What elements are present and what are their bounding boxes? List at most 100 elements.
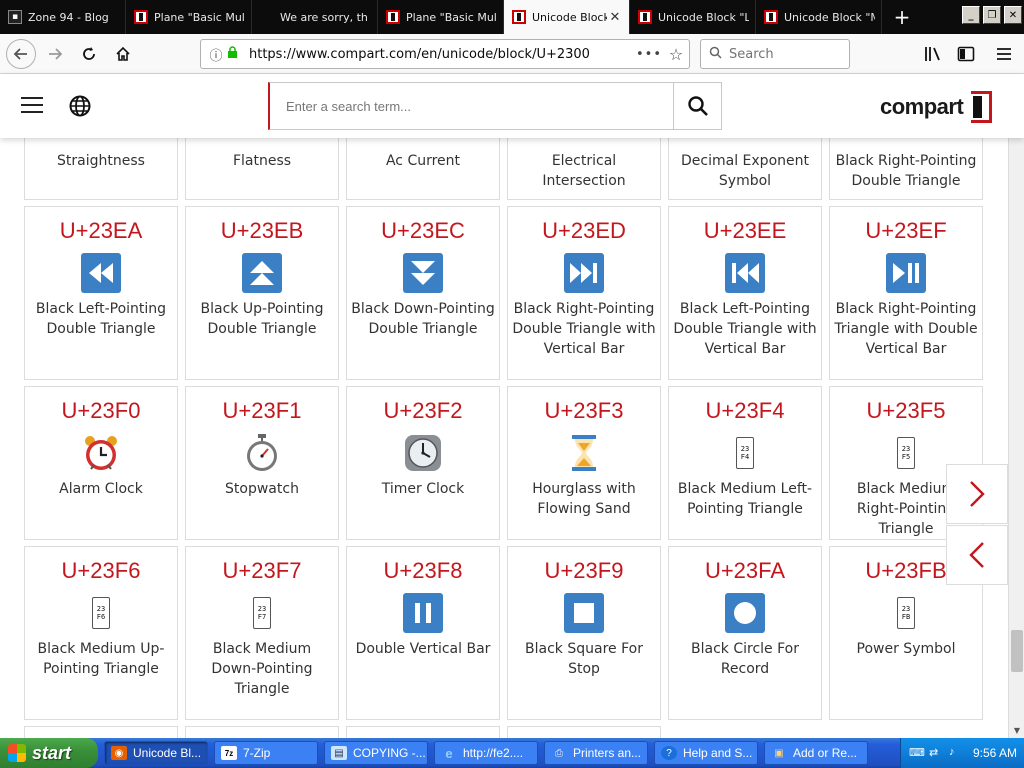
- network-icon[interactable]: ⇄: [929, 746, 943, 760]
- tab-plane-basic-multi-2[interactable]: Plane "Basic Multi: [378, 0, 504, 34]
- tab-zone94-blog[interactable]: ▪ Zone 94 - Blog: [0, 0, 126, 34]
- char-card-u23ec[interactable]: U+23EC Black Down-Pointing Double Triang…: [346, 206, 500, 380]
- char-card-u23f9[interactable]: U+23F9 Black Square For Stop: [507, 546, 661, 720]
- char-card-straightness[interactable]: Straightness: [24, 138, 178, 200]
- char-name: Black Left-Pointing Double Triangle with…: [673, 301, 817, 357]
- lock-icon[interactable]: [227, 46, 243, 62]
- tab-unicode-block-active[interactable]: Unicode Block ✕: [504, 0, 630, 34]
- bookmark-star-icon[interactable]: ☆: [663, 45, 689, 64]
- browser-search-field[interactable]: Search: [700, 39, 850, 69]
- taskbar-item-printers[interactable]: ⎙ Printers an...: [544, 741, 648, 765]
- char-card-u23ed[interactable]: U+23ED Black Right-Pointing Double Trian…: [507, 206, 661, 380]
- char-card-u23f2[interactable]: U+23F2 Timer Clock: [346, 386, 500, 540]
- volume-icon[interactable]: ♪: [949, 746, 963, 760]
- char-card-ac-current[interactable]: Ac Current: [346, 138, 500, 200]
- char-name: Decimal Exponent Symbol: [681, 153, 809, 189]
- tab-unicode-block-le[interactable]: Unicode Block "Le: [630, 0, 756, 34]
- next-page-button[interactable]: [946, 464, 1008, 524]
- char-code: U+23F3: [544, 398, 624, 423]
- char-card-u23fa[interactable]: U+23FA Black Circle For Record: [668, 546, 822, 720]
- scrollbar-thumb[interactable]: [1011, 630, 1023, 672]
- tab-we-are-sorry[interactable]: We are sorry, th: [252, 0, 378, 34]
- tab-label: Zone 94 - Blog: [28, 10, 109, 24]
- char-card-next-row[interactable]: [507, 726, 661, 738]
- chevron-left-icon: [969, 542, 984, 568]
- tab-label: Unicode Block: [532, 10, 607, 24]
- forward-button[interactable]: [40, 39, 70, 69]
- char-name: Black Up-Pointing Double Triangle: [200, 301, 324, 337]
- char-card-u23ee[interactable]: U+23EE Black Left-Pointing Double Triang…: [668, 206, 822, 380]
- taskbar-item-notepad[interactable]: ▤ COPYING -...: [324, 741, 428, 765]
- alarm-clock-icon: [81, 433, 121, 473]
- char-code: U+23ED: [542, 218, 626, 243]
- char-card-next-row[interactable]: [24, 726, 178, 738]
- close-tab-icon[interactable]: ✕: [607, 10, 623, 25]
- char-card-u23eb[interactable]: U+23EB Black Up-Pointing Double Triangle: [185, 206, 339, 380]
- menu-icon[interactable]: [993, 43, 1015, 65]
- task-label: 7-Zip: [243, 746, 271, 760]
- reload-button[interactable]: [74, 39, 104, 69]
- library-icon[interactable]: [922, 43, 944, 65]
- taskbar-item-firefox[interactable]: ◉ Unicode Bl...: [104, 741, 208, 765]
- keyboard-icon[interactable]: ⌨: [909, 746, 925, 760]
- char-card-u23f7[interactable]: U+23F7 23 F7 Black Medium Down-Pointing T…: [185, 546, 339, 720]
- info-icon[interactable]: ⓘ: [205, 45, 227, 64]
- sidebar-toggle-icon[interactable]: [955, 43, 977, 65]
- char-name: Black Square For Stop: [525, 641, 643, 677]
- tab-label: Unicode Block "Le: [658, 10, 749, 24]
- restore-button[interactable]: ❐: [983, 6, 1001, 24]
- start-button[interactable]: start: [0, 738, 98, 768]
- page-actions-icon[interactable]: •••: [635, 47, 663, 62]
- char-card-u23f4[interactable]: U+23F4 23 F4 Black Medium Left-Pointing T…: [668, 386, 822, 540]
- tab-unicode-block-ma[interactable]: Unicode Block "Ma: [756, 0, 882, 34]
- hamburger-menu-icon[interactable]: [21, 97, 43, 114]
- char-card-u23f8[interactable]: U+23F8 Double Vertical Bar: [346, 546, 500, 720]
- back-button[interactable]: [6, 38, 36, 69]
- char-name: Straightness: [57, 153, 145, 169]
- new-tab-button[interactable]: +: [882, 0, 922, 34]
- help-icon: ?: [661, 746, 677, 760]
- char-card-u23f0[interactable]: U+23F0 Alarm Clock: [24, 386, 178, 540]
- scroll-down-arrow-icon[interactable]: ▼: [1011, 724, 1023, 736]
- site-search-input[interactable]: [270, 83, 673, 129]
- char-card-decimal-exponent[interactable]: Decimal Exponent Symbol: [668, 138, 822, 200]
- char-card-next-row[interactable]: [185, 726, 339, 738]
- char-card-u23ef[interactable]: U+23EF Black Right-Pointing Triangle wit…: [829, 206, 983, 380]
- site-search-button[interactable]: [673, 83, 721, 129]
- address-bar[interactable]: ⓘ https://www.compart.com/en/unicode/blo…: [200, 39, 690, 69]
- previous-page-button[interactable]: [946, 525, 1008, 585]
- char-code: U+23F8: [383, 558, 463, 583]
- char-code: U+23EF: [865, 218, 947, 243]
- windows-flag-icon: [8, 744, 26, 762]
- blog-favicon: ▪: [8, 10, 22, 24]
- compart-logo[interactable]: compart: [880, 90, 993, 124]
- home-icon: [116, 46, 130, 61]
- char-card-u23f1[interactable]: U+23F1 Stopwatch: [185, 386, 339, 540]
- url-text[interactable]: https://www.compart.com/en/unicode/block…: [249, 47, 635, 62]
- char-card-u23ea[interactable]: U+23EA Black Left-Pointing Double Triang…: [24, 206, 178, 380]
- char-card-next-row[interactable]: [346, 726, 500, 738]
- close-window-button[interactable]: ✕: [1004, 6, 1022, 24]
- globe-icon[interactable]: [69, 95, 91, 117]
- taskbar-item-help[interactable]: ? Help and S...: [654, 741, 758, 765]
- previous-track-icon: [725, 253, 765, 293]
- char-card-electrical-intersection[interactable]: Electrical Intersection: [507, 138, 661, 200]
- taskbar-item-ie[interactable]: e http://fe2....: [434, 741, 538, 765]
- char-name: Black Medium Down-Pointing Triangle: [211, 641, 313, 697]
- home-button[interactable]: [108, 39, 138, 69]
- char-name: Flatness: [232, 153, 292, 169]
- tab-plane-basic-multi-1[interactable]: Plane "Basic Multi: [126, 0, 252, 34]
- compart-favicon: [386, 10, 400, 24]
- compart-favicon: [638, 10, 652, 24]
- page-scrollbar[interactable]: ▲ ▼: [1008, 74, 1024, 738]
- char-card-right-double-triangle[interactable]: Black Right-Pointing Double Triangle: [829, 138, 983, 200]
- arrow-left-icon: [13, 47, 27, 60]
- taskbar-item-add-remove[interactable]: ▣ Add or Re...: [764, 741, 868, 765]
- char-code: U+23EE: [703, 218, 787, 243]
- minimize-button[interactable]: _: [962, 6, 980, 24]
- char-card-u23f6[interactable]: U+23F6 23 F6 Black Medium Up-Pointing Tri…: [24, 546, 178, 720]
- clock[interactable]: 9:56 AM: [973, 746, 1017, 760]
- taskbar-item-7zip[interactable]: 7z 7-Zip: [214, 741, 318, 765]
- char-card-u23f3[interactable]: U+23F3 Hourglass with Flowing Sand: [507, 386, 661, 540]
- char-card-flatness[interactable]: Flatness: [185, 138, 339, 200]
